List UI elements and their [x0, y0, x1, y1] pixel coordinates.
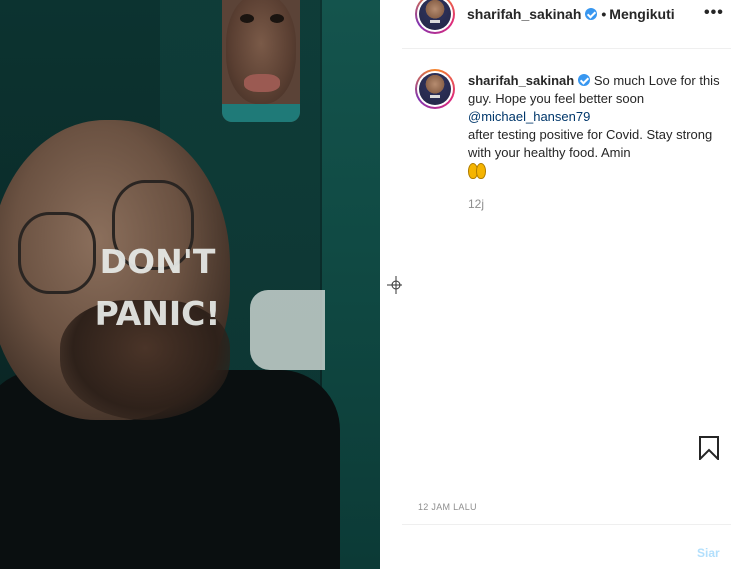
photo-headline: DON'T PANIC!: [70, 236, 245, 340]
post-header: sharifah_sakinah • Mengikuti •••: [402, 0, 731, 49]
bookmark-icon[interactable]: [698, 436, 720, 460]
post-photo[interactable]: DON'T PANIC!: [0, 0, 380, 569]
selfie-mouth: [244, 74, 280, 92]
author-username[interactable]: sharifah_sakinah: [467, 6, 581, 22]
photo-pillow: [250, 290, 325, 370]
caption-text: sharifah_sakinah So much Love for this g…: [468, 72, 728, 180]
caption-body-part2: after testing positive for Covid. Stay s…: [468, 127, 713, 160]
author-username-row: sharifah_sakinah • Mengikuti: [467, 6, 675, 22]
folded-hands-emoji-icon: [468, 163, 486, 179]
avatar-ring: [417, 71, 453, 107]
photo-selfie-inset: [222, 0, 300, 122]
selfie-eye-right: [270, 14, 284, 23]
photo-headline-line2: PANIC!: [94, 294, 221, 333]
follow-status-button[interactable]: Mengikuti: [609, 6, 674, 22]
selfie-face: [226, 0, 296, 104]
post-timestamp[interactable]: 12 JAM LALU: [418, 502, 477, 512]
caption-username[interactable]: sharifah_sakinah: [468, 73, 574, 88]
avatar-ring: [417, 0, 453, 32]
separator-dot: •: [601, 6, 607, 22]
author-avatar[interactable]: [415, 0, 455, 34]
caption-mention-link[interactable]: @michael_hansen79: [468, 109, 590, 124]
caption-author-avatar[interactable]: [415, 69, 455, 109]
instagram-post-view: DON'T PANIC! sharifah_sakinah • Mengikut…: [0, 0, 731, 569]
selfie-eye-left: [240, 14, 254, 23]
post-comment-button[interactable]: Siar: [697, 546, 720, 560]
photo-headline-line1: DON'T: [99, 242, 216, 281]
caption-time[interactable]: 12j: [468, 197, 484, 211]
selfie-collar: [222, 104, 300, 122]
more-options-icon[interactable]: •••: [704, 4, 724, 22]
comment-divider: [402, 524, 731, 525]
avatar-image: [419, 73, 451, 105]
avatar-image: [419, 0, 451, 30]
verified-badge-icon: [578, 74, 591, 86]
post-details-panel: sharifah_sakinah • Mengikuti ••• sharifah_…: [402, 0, 731, 569]
verified-badge-icon: [585, 8, 598, 20]
